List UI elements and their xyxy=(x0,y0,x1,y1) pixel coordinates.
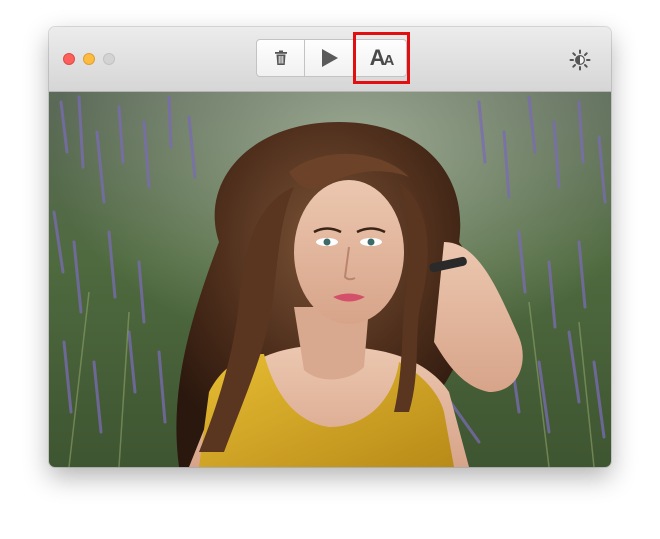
zoom-button[interactable] xyxy=(103,53,115,65)
brightness-icon xyxy=(569,49,591,71)
trash-icon xyxy=(274,50,287,65)
titlebar: AA xyxy=(49,27,611,92)
minimize-button[interactable] xyxy=(83,53,95,65)
brightness-settings-button[interactable] xyxy=(569,49,591,71)
play-icon xyxy=(322,49,338,67)
photo-view xyxy=(49,92,611,467)
photo-image xyxy=(49,92,611,467)
close-button[interactable] xyxy=(63,53,75,65)
play-button[interactable] xyxy=(304,39,356,77)
app-window: AA xyxy=(49,27,611,467)
delete-button[interactable] xyxy=(256,39,305,77)
highlight-box xyxy=(353,32,410,84)
